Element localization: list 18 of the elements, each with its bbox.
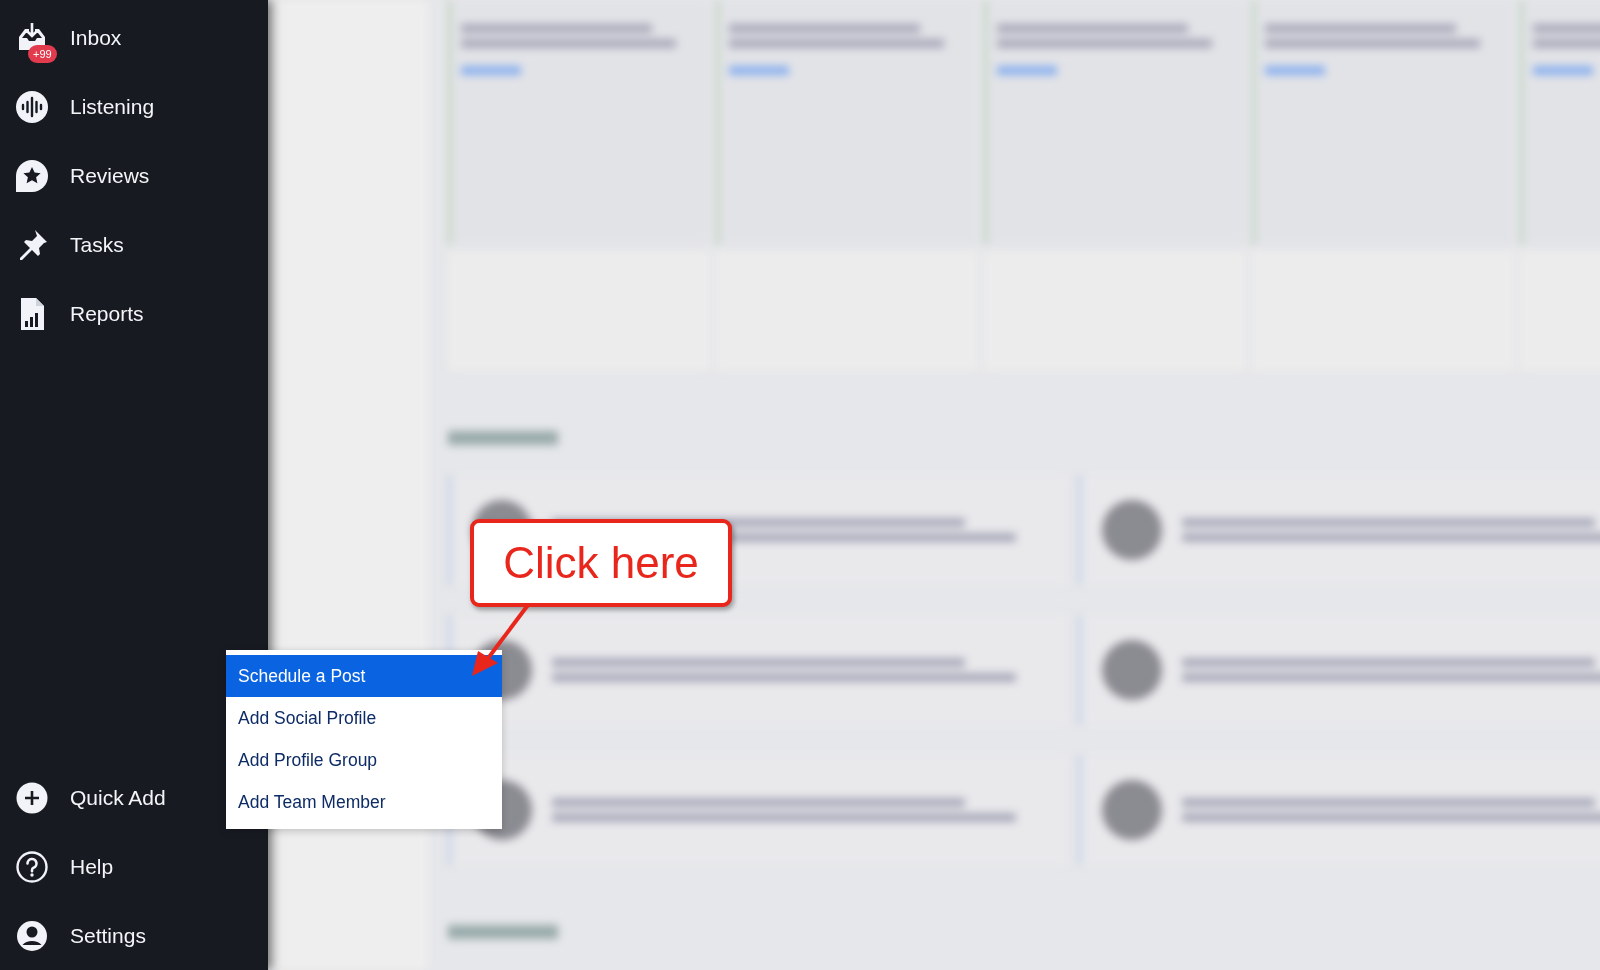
sound-wave-icon — [15, 89, 49, 124]
notification-badge: +99 — [28, 45, 57, 63]
menu-item[interactable]: Add Team Member — [226, 781, 502, 823]
help-icon — [16, 850, 48, 883]
plus-circle-icon — [16, 781, 48, 814]
sidebar-item[interactable]: Reports — [0, 279, 268, 348]
menu-item[interactable]: Add Social Profile — [226, 697, 502, 739]
sidebar-item[interactable]: Tasks — [0, 210, 268, 279]
menu-item[interactable]: Schedule a Post — [226, 655, 502, 697]
sidebar-item[interactable]: Reviews — [0, 141, 268, 210]
user-circle-icon — [16, 919, 48, 952]
callout-label: Click here — [470, 519, 732, 607]
sidebar-item[interactable]: Help — [0, 832, 268, 901]
menu-item[interactable]: Add Profile Group — [226, 739, 502, 781]
sidebar-item[interactable]: Settings — [0, 901, 268, 970]
star-bubble-icon — [15, 158, 49, 193]
sidebar-item[interactable]: Inbox +99 — [0, 3, 268, 72]
sidebar-item[interactable]: Listening — [0, 72, 268, 141]
